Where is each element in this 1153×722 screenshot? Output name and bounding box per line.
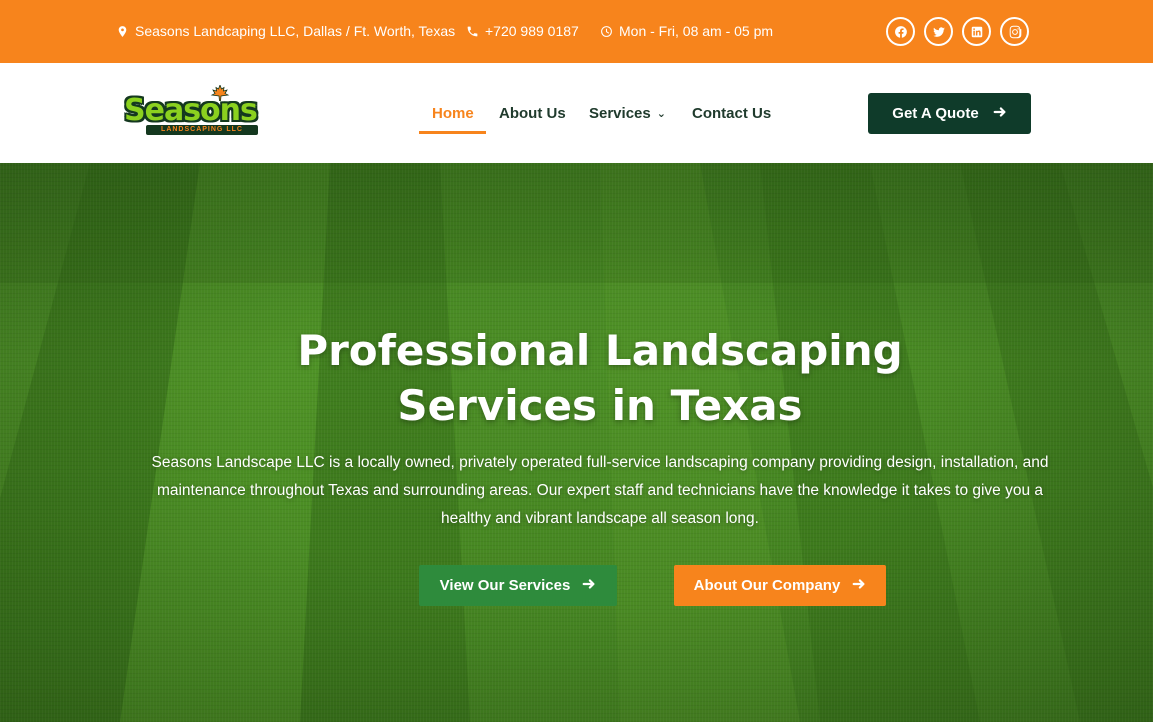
arrow-right-icon — [582, 577, 596, 595]
nav-services-label: Services — [589, 105, 651, 122]
linkedin-icon — [971, 26, 982, 37]
nav-about-us[interactable]: About Us — [499, 105, 566, 122]
arrow-right-icon — [852, 577, 866, 595]
hero-title-line-2: Services in Texas — [397, 381, 803, 430]
location-pin-icon — [118, 25, 127, 37]
hero-description: Seasons Landscape LLC is a locally owned… — [151, 454, 1049, 527]
instagram-icon — [1009, 25, 1021, 38]
about-our-company-label: About Our Company — [693, 577, 841, 594]
phone-item[interactable]: +720 989 0187 — [466, 23, 579, 39]
address-item: Seasons Landcaping LLC, Dallas / Ft. Wor… — [116, 23, 455, 39]
address-text: Seasons Landcaping LLC, Dallas / Ft. Wor… — [135, 23, 456, 39]
clock-icon — [601, 25, 612, 37]
get-a-quote-button[interactable]: Get A Quote — [868, 93, 1031, 134]
hero-vignette — [0, 163, 1153, 722]
logo-subtitle: LANDSCAPING LLC — [146, 125, 258, 135]
top-info-bar: Seasons Landcaping LLC, Dallas / Ft. Wor… — [0, 0, 1153, 63]
twitter-icon — [932, 26, 945, 37]
hours-text: Mon - Fri, 08 am - 05 pm — [619, 23, 774, 39]
view-our-services-button[interactable]: View Our Services — [419, 565, 617, 606]
facebook-link[interactable] — [886, 17, 915, 46]
nav-contact-us[interactable]: Contact Us — [692, 105, 771, 122]
hero-title: Professional Landscaping Services in Tex… — [276, 323, 924, 433]
about-our-company-button[interactable]: About Our Company — [674, 565, 886, 606]
phone-icon — [467, 26, 478, 36]
logo-wordmark: Seasons — [124, 93, 258, 128]
view-our-services-label: View Our Services — [439, 577, 571, 594]
facebook-icon — [894, 25, 907, 38]
active-nav-indicator — [419, 131, 486, 134]
instagram-link[interactable] — [1000, 17, 1029, 46]
hours-item: Mon - Fri, 08 am - 05 pm — [600, 23, 773, 39]
phone-text[interactable]: +720 989 0187 — [485, 23, 579, 39]
linkedin-link[interactable] — [962, 17, 991, 46]
arrow-right-icon — [993, 105, 1007, 123]
hero-section: Professional Landscaping Services in Tex… — [0, 163, 1153, 722]
get-a-quote-label: Get A Quote — [892, 105, 979, 122]
chevron-down-icon: ⌄ — [656, 108, 666, 120]
site-logo[interactable]: Seasons LANDSCAPING LLC — [124, 85, 264, 137]
twitter-link[interactable] — [924, 17, 953, 46]
hero-title-line-1: Professional Landscaping — [297, 326, 903, 375]
nav-home[interactable]: Home — [432, 105, 474, 122]
nav-services[interactable]: Services ⌄ — [589, 105, 666, 122]
